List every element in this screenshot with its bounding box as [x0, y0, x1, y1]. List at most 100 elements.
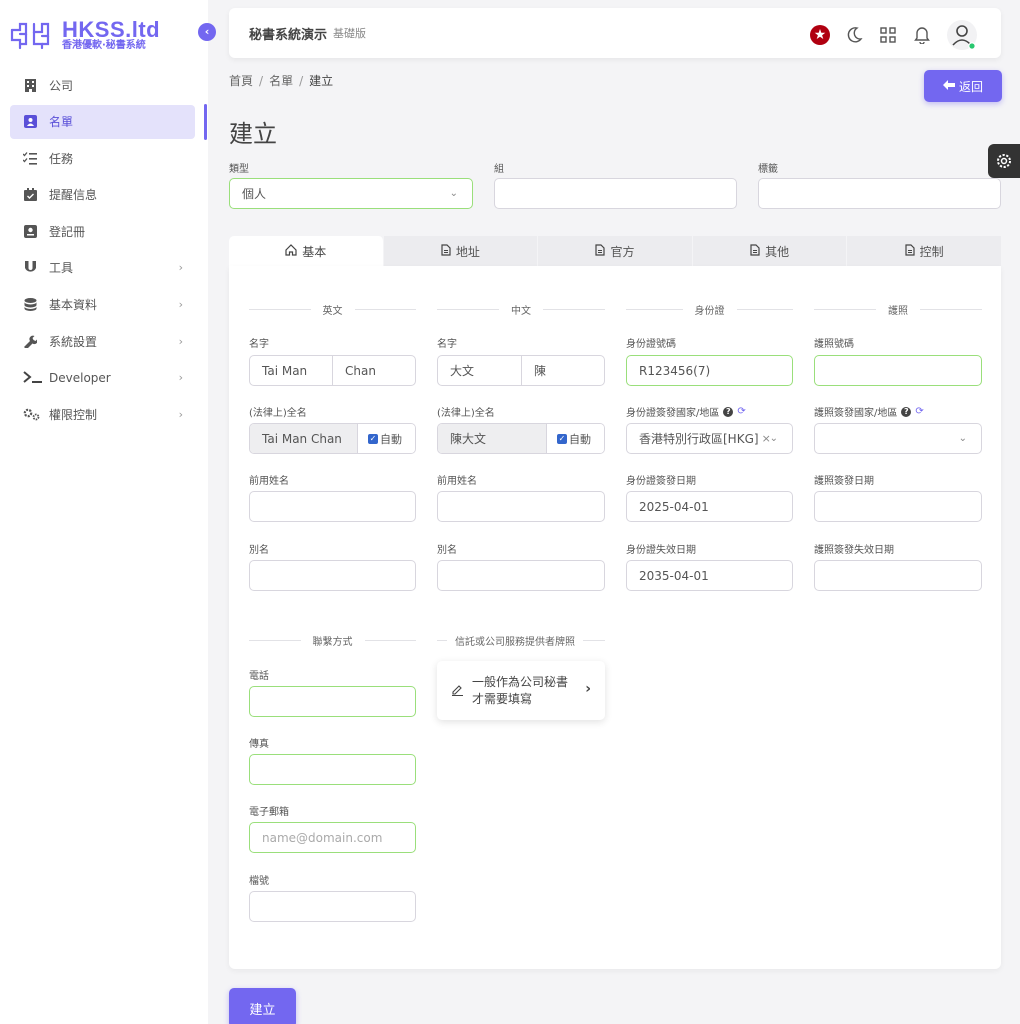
document-icon	[441, 243, 451, 259]
refresh-icon[interactable]: ⟳	[737, 406, 745, 417]
tab-label: 基本	[302, 244, 327, 259]
page-title: 建立	[229, 120, 277, 148]
passport-expiry-date-label: 護照簽發失效日期	[814, 545, 894, 556]
id-number-input[interactable]: R123456(7)	[626, 355, 793, 386]
zh-legal-name-label: (法律上)全名	[437, 408, 495, 419]
sidebar: HKSS.ltd 香港優軟·秘書系統 公司 名單 任務 提醒信息 登記冊 工具 …	[0, 0, 208, 1024]
sidebar-item-register[interactable]: 登記冊	[10, 214, 195, 248]
breadcrumb: 首頁 / 名單 / 建立	[229, 74, 334, 88]
email-input[interactable]: name@domain.com	[249, 822, 416, 853]
tab-official[interactable]: 官方	[538, 236, 693, 266]
passport-number-input[interactable]	[814, 355, 982, 386]
zh-former-name-input[interactable]	[437, 491, 605, 522]
terminal-icon	[23, 371, 43, 385]
fax-input[interactable]	[249, 754, 416, 785]
sidebar-item-label: 任務	[49, 151, 74, 166]
sidebar-item-label: 系統設置	[49, 334, 98, 349]
breadcrumb-current: 建立	[309, 74, 334, 88]
passport-expiry-date-input[interactable]	[814, 560, 982, 591]
sidebar-item-label: 公司	[49, 78, 74, 93]
chevron-right-icon: ›	[178, 334, 183, 348]
section-passport: 護照	[814, 302, 982, 317]
user-avatar[interactable]	[945, 18, 979, 52]
checkbox-checked-icon: ✓	[368, 433, 378, 444]
dark-mode-moon-icon[interactable]	[843, 24, 865, 46]
id-issue-date-input[interactable]: 2025-04-01	[626, 491, 793, 522]
hk-flag-icon[interactable]	[809, 24, 831, 46]
tab-other[interactable]: 其他	[692, 236, 848, 266]
brand-title: HKSS.ltd	[62, 17, 161, 42]
sidebar-item-permissions[interactable]: 權限控制 ›	[10, 397, 195, 431]
id-country-select[interactable]: 香港特別行政區[HKG] × ⌄	[626, 423, 793, 454]
refresh-icon[interactable]: ⟳	[915, 406, 923, 417]
tab-label: 控制	[919, 244, 944, 259]
tag-input[interactable]	[758, 178, 1001, 209]
checkbox-checked-icon: ✓	[557, 433, 567, 444]
sidebar-item-tasks[interactable]: 任務	[10, 141, 195, 175]
checklist-icon	[23, 151, 37, 165]
sidebar-item-settings[interactable]: 系統設置 ›	[10, 324, 195, 358]
file-number-input[interactable]	[249, 891, 416, 922]
en-last-name-input[interactable]: Chan	[333, 356, 415, 385]
tcsp-hint-line1: 一般作為公司秘書	[472, 674, 569, 689]
tcsp-license-card[interactable]: 一般作為公司秘書 才需要填寫 ›	[437, 661, 605, 720]
tab-label: 其他	[765, 244, 790, 259]
customizer-gear-icon[interactable]	[988, 144, 1020, 178]
zh-former-name-label: 前用姓名	[437, 476, 477, 487]
sidebar-item-developer[interactable]: Developer ›	[10, 361, 195, 395]
fax-label: 傳真	[249, 739, 269, 750]
chevron-right-icon: ›	[178, 407, 183, 421]
create-button[interactable]: 建立	[229, 988, 296, 1024]
zh-auto-checkbox[interactable]: ✓ 自動	[547, 424, 604, 453]
system-title: 秘書系統演示	[249, 27, 328, 43]
apps-grid-icon[interactable]	[877, 24, 899, 46]
help-question-icon[interactable]: ?	[901, 406, 912, 417]
tag-label: 標籤	[758, 164, 778, 175]
passport-country-label: 護照簽發國家/地區	[814, 408, 898, 419]
logo-mark-icon	[10, 22, 50, 50]
section-chinese: 中文	[437, 302, 605, 317]
section-english: 英文	[249, 302, 416, 317]
id-country-selected: 香港特別行政區[HKG]	[639, 432, 759, 446]
sidebar-item-basic-data[interactable]: 基本資料 ›	[10, 288, 195, 322]
passport-issue-date-input[interactable]	[814, 491, 982, 522]
back-button-label: 返回	[958, 79, 983, 94]
brand-subtitle: 香港優軟·秘書系統	[62, 40, 146, 51]
type-select-value: 個人	[242, 187, 267, 201]
tab-address[interactable]: 地址	[383, 236, 539, 266]
zh-alias-input[interactable]	[437, 560, 605, 591]
en-legal-name-group: Tai Man Chan ✓ 自動	[249, 423, 416, 454]
tab-basic[interactable]: 基本	[229, 236, 384, 266]
en-auto-checkbox[interactable]: ✓ 自動	[358, 424, 415, 453]
collapse-sidebar-button[interactable]: ‹	[198, 23, 216, 41]
en-alias-input[interactable]	[249, 560, 416, 591]
breadcrumb-home[interactable]: 首頁	[229, 74, 253, 88]
brand-logo[interactable]: HKSS.ltd 香港優軟·秘書系統	[8, 17, 161, 52]
passport-country-label-row: 護照簽發國家/地區 ? ⟳	[814, 404, 924, 419]
zh-name-group: 大文 陳	[437, 355, 605, 386]
sidebar-item-contacts[interactable]: 名單	[10, 104, 195, 139]
sidebar-item-company[interactable]: 公司	[10, 68, 195, 102]
back-button[interactable]: 返回	[924, 70, 1002, 102]
id-issue-date-label: 身份證簽發日期	[626, 476, 696, 487]
notification-bell-icon[interactable]	[911, 24, 933, 46]
passport-country-select[interactable]: ⌄	[814, 423, 982, 454]
breadcrumb-list[interactable]: 名單	[269, 74, 293, 88]
zh-name-label: 名字	[437, 339, 457, 350]
en-first-name-input[interactable]: Tai Man	[250, 356, 333, 385]
id-expiry-date-input[interactable]: 2035-04-01	[626, 560, 793, 591]
phone-input[interactable]	[249, 686, 416, 717]
en-former-name-input[interactable]	[249, 491, 416, 522]
tab-label: 官方	[610, 244, 635, 259]
chevron-right-icon: ›	[178, 298, 183, 312]
sidebar-item-reminders[interactable]: 提醒信息	[10, 178, 195, 212]
type-select[interactable]: 個人 ⌄	[229, 178, 473, 209]
active-menu-indicator	[204, 104, 207, 140]
zh-last-name-input[interactable]: 陳	[522, 356, 604, 385]
passport-issue-date-label: 護照簽發日期	[814, 476, 874, 487]
sidebar-item-tools[interactable]: 工具 ›	[10, 251, 195, 285]
tab-control[interactable]: 控制	[847, 236, 1001, 266]
zh-first-name-input[interactable]: 大文	[438, 356, 522, 385]
help-question-icon[interactable]: ?	[723, 406, 734, 417]
group-input[interactable]	[494, 178, 737, 209]
